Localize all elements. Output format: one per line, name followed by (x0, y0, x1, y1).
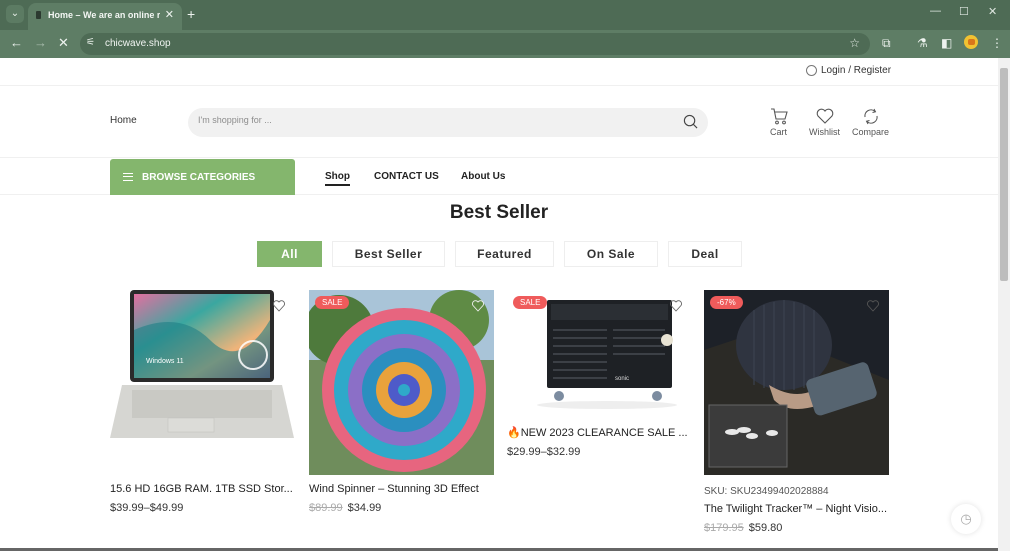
section-title: Best Seller (449, 202, 549, 223)
back-icon[interactable]: ← (10, 35, 23, 50)
active-tab[interactable]: Home – We are an online retailer ✕ (28, 3, 182, 30)
browse-label: BROWSE CATEGORIES (142, 171, 256, 183)
product-old-price: $179.95 (704, 522, 744, 534)
nav-shop[interactable]: Shop (325, 171, 350, 186)
svg-text:Windows 11: Windows 11 (146, 358, 184, 365)
filter-on-sale[interactable]: On Sale (564, 241, 658, 267)
clock-icon: ◷ (960, 511, 972, 526)
forward-icon[interactable]: → (34, 35, 47, 50)
url-text[interactable]: chicwave.shop (105, 38, 171, 49)
product-image-tool-chest[interactable]: sonic SALE (507, 290, 692, 415)
user-icon (806, 65, 817, 76)
tab-title: Home – We are an online retailer (48, 10, 160, 20)
main-navigation: BROWSE CATEGORIES Shop CONTACT US About … (0, 158, 998, 195)
wishlist-heart-icon[interactable] (472, 300, 484, 312)
close-window-button[interactable]: ✕ (988, 5, 997, 18)
wishlist-label: Wishlist (809, 127, 840, 137)
site-info-icon[interactable]: ⚟ (86, 37, 95, 48)
hamburger-icon (123, 173, 133, 181)
sale-badge: SALE (513, 296, 548, 309)
wishlist-button[interactable]: Wishlist (807, 108, 842, 137)
product-sku: SKU: SKU23499402028884 (704, 486, 829, 497)
product-sale-price: $59.80 (748, 522, 783, 534)
compare-icon (863, 108, 878, 125)
recently-viewed-button[interactable]: ◷ (951, 504, 981, 534)
svg-text:sonic: sonic (615, 376, 629, 382)
product-price: $89.99 $34.99 (309, 502, 494, 514)
browse-categories-button[interactable]: BROWSE CATEGORIES (110, 159, 295, 195)
nav-about-us[interactable]: About Us (461, 171, 505, 182)
tab-search-button[interactable]: ⌄ (6, 5, 24, 23)
product-image-wind-spinner[interactable]: SALE (309, 290, 494, 475)
product-card[interactable]: sonic SALE 🔥NEW 2023 CLEARANCE SALE ... … (507, 290, 692, 458)
filter-featured[interactable]: Featured (455, 241, 554, 267)
cart-button[interactable]: Cart (766, 108, 791, 137)
search-icon[interactable] (683, 114, 698, 129)
new-tab-button[interactable]: + (187, 6, 195, 22)
product-price: $179.95 $59.80 (704, 522, 889, 534)
home-link[interactable]: Home (110, 115, 137, 126)
profile-avatar[interactable] (964, 35, 978, 49)
search-bar (188, 108, 708, 137)
menu-kebab-icon[interactable]: ⋮ (991, 36, 1003, 50)
wishlist-heart-icon[interactable] (670, 300, 682, 312)
product-card[interactable]: -67% SKU: SKU23499402028884 The Twilight… (704, 290, 889, 534)
product-name[interactable]: 15.6 HD 16GB RAM. 1TB SSD Stor... (110, 483, 295, 495)
browser-toolbar: ← → ✕ ⚟ chicwave.shop ☆ ⧉ ⚗ ◧ ⋮ (0, 30, 1010, 58)
product-price: $39.99–$49.99 (110, 502, 184, 514)
tab-strip: ⌄ Home – We are an online retailer ✕ + —… (0, 0, 1010, 30)
minimize-button[interactable]: — (930, 5, 941, 17)
filter-best-seller[interactable]: Best Seller (332, 241, 445, 267)
browser-window: ⌄ Home – We are an online retailer ✕ + —… (0, 0, 1010, 551)
product-sale-price: $34.99 (347, 502, 382, 514)
product-name[interactable]: Wind Spinner – Stunning 3D Effect (309, 483, 494, 495)
login-label: Login / Register (821, 65, 892, 76)
address-bar[interactable]: ⚟ chicwave.shop ☆ (80, 33, 870, 55)
scrollbar-thumb[interactable] (1000, 68, 1008, 281)
page-scrollbar[interactable] (998, 58, 1010, 551)
stop-loading-icon[interactable]: ✕ (58, 35, 69, 51)
web-page: Login / Register Home Cart Wishlist Comp… (0, 58, 998, 551)
tab-close-icon[interactable]: ✕ (165, 8, 174, 21)
favicon-icon (36, 11, 41, 19)
extensions-icon[interactable]: ⧉ (882, 36, 891, 51)
compare-label: Compare (852, 127, 890, 137)
compare-button[interactable]: Compare (852, 108, 889, 137)
wishlist-heart-icon[interactable] (273, 300, 285, 312)
wishlist-heart-icon[interactable] (867, 300, 879, 312)
labs-flask-icon[interactable]: ⚗ (917, 36, 928, 50)
sale-badge: SALE (315, 296, 350, 309)
product-price: $29.99–$32.99 (507, 446, 581, 458)
cart-label: Cart (769, 127, 787, 137)
heart-icon (816, 108, 833, 124)
site-header: Home Cart Wishlist Compare (0, 86, 998, 158)
product-card[interactable]: Windows 11 15.6 HD 16GB RAM. 1TB SSD Sto… (110, 290, 295, 514)
product-name[interactable]: The Twilight Tracker™ – Night Visio... (704, 503, 889, 515)
cart-icon (770, 108, 788, 125)
side-panel-icon[interactable]: ◧ (941, 36, 952, 50)
nav-contact-us[interactable]: CONTACT US (374, 171, 439, 182)
filter-deal[interactable]: Deal (668, 241, 742, 267)
product-name[interactable]: 🔥NEW 2023 CLEARANCE SALE ... (507, 426, 692, 439)
bookmark-star-icon[interactable]: ☆ (849, 36, 860, 50)
product-image-laptop[interactable]: Windows 11 (110, 290, 295, 475)
discount-badge: -67% (710, 296, 743, 309)
product-image-night-vision[interactable]: -67% (704, 290, 889, 475)
product-old-price: $89.99 (309, 502, 343, 514)
filter-tabs: All Best Seller Featured On Sale Deal (0, 241, 998, 267)
maximize-button[interactable]: ☐ (959, 5, 969, 18)
login-register-link[interactable]: Login / Register (806, 65, 891, 76)
product-card[interactable]: SALE Wind Spinner – Stunning 3D Effect $… (309, 290, 494, 514)
top-bar: Login / Register (0, 58, 998, 86)
search-input[interactable] (198, 115, 658, 125)
filter-all[interactable]: All (257, 241, 322, 267)
